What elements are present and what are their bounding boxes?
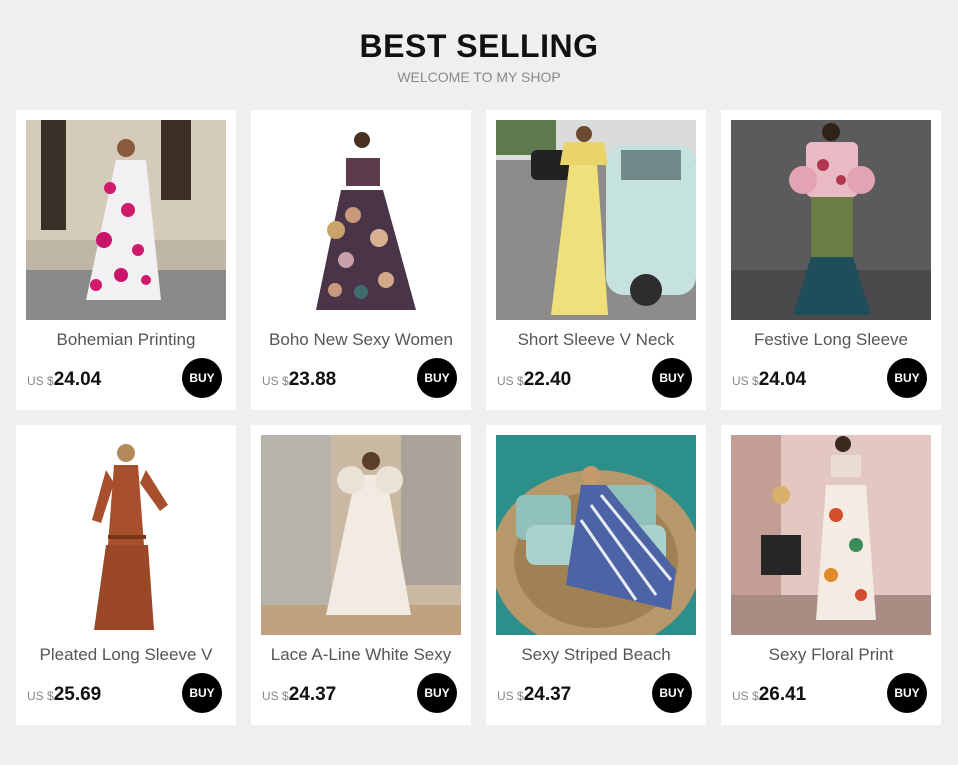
price-amount: 26.41 — [758, 684, 807, 705]
product-image[interactable] — [496, 435, 696, 635]
price-amount: 22.40 — [523, 369, 572, 390]
product-card[interactable]: Festive Long Sleeve US $24.04 BUY — [721, 110, 941, 410]
buy-button[interactable]: BUY — [887, 673, 927, 713]
product-price: US $24.04 — [27, 369, 101, 391]
price-amount: 24.04 — [53, 369, 102, 390]
product-price: US $26.41 — [732, 684, 806, 706]
product-image[interactable] — [26, 435, 226, 635]
price-currency: US $ — [497, 689, 524, 703]
buy-button[interactable]: BUY — [417, 358, 457, 398]
product-image[interactable] — [26, 120, 226, 320]
product-image[interactable] — [261, 435, 461, 635]
buy-button[interactable]: BUY — [652, 673, 692, 713]
product-price: US $24.37 — [497, 684, 571, 706]
price-currency: US $ — [262, 374, 289, 388]
product-card[interactable]: Bohemian Printing US $24.04 BUY — [16, 110, 236, 410]
product-grid: Bohemian Printing US $24.04 BUY Boho New… — [16, 110, 942, 725]
product-card[interactable]: Sexy Floral Print US $26.41 BUY — [721, 425, 941, 725]
product-card[interactable]: Boho New Sexy Women US $23.88 BUY — [251, 110, 471, 410]
product-name[interactable]: Boho New Sexy Women — [251, 330, 471, 350]
product-price: US $22.40 — [497, 369, 571, 391]
product-price: US $23.88 — [262, 369, 336, 391]
product-name[interactable]: Festive Long Sleeve — [721, 330, 941, 350]
product-price: US $25.69 — [27, 684, 101, 706]
price-amount: 24.37 — [288, 684, 337, 705]
price-currency: US $ — [262, 689, 289, 703]
price-currency: US $ — [732, 689, 759, 703]
product-name[interactable]: Pleated Long Sleeve V — [16, 645, 236, 665]
price-amount: 24.37 — [523, 684, 572, 705]
product-card[interactable]: Pleated Long Sleeve V US $25.69 BUY — [16, 425, 236, 725]
price-amount: 23.88 — [288, 369, 337, 390]
product-image[interactable] — [731, 435, 931, 635]
product-image[interactable] — [496, 120, 696, 320]
product-price: US $24.37 — [262, 684, 336, 706]
buy-button[interactable]: BUY — [182, 358, 222, 398]
product-name[interactable]: Sexy Striped Beach — [486, 645, 706, 665]
buy-button[interactable]: BUY — [417, 673, 457, 713]
price-currency: US $ — [497, 374, 524, 388]
product-name[interactable]: Sexy Floral Print — [721, 645, 941, 665]
price-currency: US $ — [27, 689, 54, 703]
buy-button[interactable]: BUY — [887, 358, 927, 398]
product-name[interactable]: Bohemian Printing — [16, 330, 236, 350]
product-card[interactable]: Lace A-Line White Sexy US $24.37 BUY — [251, 425, 471, 725]
page-title: BEST SELLING — [359, 28, 599, 64]
price-currency: US $ — [27, 374, 54, 388]
price-amount: 24.04 — [758, 369, 807, 390]
product-image[interactable] — [261, 120, 461, 320]
product-card[interactable]: Sexy Striped Beach US $24.37 BUY — [486, 425, 706, 725]
price-amount: 25.69 — [53, 684, 102, 705]
product-name[interactable]: Short Sleeve V Neck — [486, 330, 706, 350]
page-subtitle: WELCOME TO MY SHOP — [397, 69, 561, 85]
buy-button[interactable]: BUY — [182, 673, 222, 713]
price-currency: US $ — [732, 374, 759, 388]
product-price: US $24.04 — [732, 369, 806, 391]
product-card[interactable]: Short Sleeve V Neck US $22.40 BUY — [486, 110, 706, 410]
buy-button[interactable]: BUY — [652, 358, 692, 398]
product-name[interactable]: Lace A-Line White Sexy — [251, 645, 471, 665]
product-image[interactable] — [731, 120, 931, 320]
